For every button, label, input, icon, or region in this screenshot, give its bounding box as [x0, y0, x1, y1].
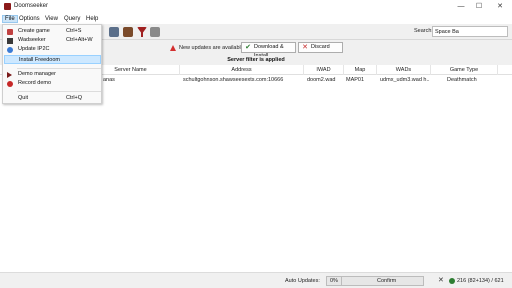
menu-item-quit[interactable]: Quit Ctrl+Q [4, 94, 101, 103]
menu-item-demo-manager[interactable]: Demo manager [4, 70, 101, 79]
status-close-icon[interactable]: ✕ [438, 276, 446, 285]
ip2c-icon [7, 47, 13, 53]
auto-updates-label: Auto Updates: [285, 278, 320, 284]
menu-bar: File Options View Query Help [0, 14, 512, 24]
status-bar: Auto Updates: 0% Confirm ✕ 216 (82+134) … [0, 272, 512, 288]
menu-item-update-ip2c[interactable]: Update IP2C [4, 45, 101, 54]
cell-wads: udmx_udm3.wad h... [380, 77, 430, 83]
column-map[interactable]: Map [344, 65, 377, 75]
column-game-type[interactable]: Game Type [431, 65, 498, 75]
maximize-button[interactable]: ☐ [470, 0, 488, 12]
menu-item-label: Record demo [18, 80, 52, 86]
menu-item-install-freedoom[interactable]: Install Freedoom [4, 55, 101, 64]
discard-button[interactable]: ✕ Discard [298, 42, 343, 53]
cell-game-type: Deathmatch [447, 77, 477, 83]
menu-item-label: Wadseeker [18, 37, 46, 43]
filter-icon[interactable] [137, 27, 147, 37]
menu-item-record-demo[interactable]: Record demo [4, 79, 101, 88]
menu-item-label: Create game [18, 28, 50, 34]
menu-item-create-game[interactable]: Create game Ctrl+S [4, 27, 101, 36]
menu-options[interactable]: Options [17, 15, 42, 23]
cell-iwad: doom2.wad [307, 77, 336, 83]
menu-item-shortcut: Ctrl+Q [66, 95, 83, 101]
download-icon: ✔ [245, 44, 251, 51]
search-label: Search: [414, 28, 433, 34]
close-window-button[interactable]: ✕ [491, 0, 509, 12]
menu-help[interactable]: Help [84, 15, 100, 23]
menu-separator [17, 91, 101, 92]
discard-icon: ✕ [302, 44, 308, 51]
menu-separator [17, 68, 101, 69]
chat-icon[interactable] [109, 27, 119, 37]
doomseeker-window: Doomseeker — ☐ ✕ File Options View Query… [0, 0, 512, 288]
minimize-button[interactable]: — [452, 0, 470, 12]
doomseeker-app-icon [4, 3, 11, 10]
globe-icon [449, 278, 455, 284]
menu-view[interactable]: View [43, 15, 60, 23]
column-address[interactable]: Address [180, 65, 304, 75]
title-bar: Doomseeker — ☐ ✕ [0, 0, 512, 14]
column-iwad[interactable]: IWAD [304, 65, 344, 75]
auto-update-progress: 0% Confirm [326, 276, 424, 286]
update-message: New updates are available: [179, 45, 246, 51]
menu-item-label: Quit [18, 95, 29, 101]
warning-icon [170, 45, 176, 51]
download-install-button[interactable]: ✔ Download & Install [241, 42, 296, 59]
menu-item-shortcut: Ctrl+Alt+W [66, 37, 93, 43]
window-title: Doomseeker [14, 3, 49, 9]
cell-server-name: anas [103, 77, 115, 83]
server-count: 216 (82+134) / 621 [457, 278, 504, 284]
demo-manager-icon [7, 72, 12, 78]
cell-address: schultgohnson.shawseesexts.com:10666 [183, 77, 284, 83]
menu-item-label: Demo manager [18, 71, 56, 77]
wadseeker-icon [7, 38, 13, 44]
search-input[interactable] [432, 26, 508, 37]
menu-query[interactable]: Query [62, 15, 82, 23]
menu-item-label: Install Freedoom [19, 57, 60, 63]
column-wads[interactable]: WADs [377, 65, 431, 75]
menu-item-shortcut: Ctrl+S [66, 28, 82, 34]
create-game-icon [7, 29, 13, 35]
menu-item-label: Update IP2C [18, 46, 50, 52]
servers-icon[interactable] [123, 27, 133, 37]
menu-file[interactable]: File [2, 15, 18, 23]
cell-map: MAP01 [346, 77, 365, 83]
progress-percent: 0% [330, 278, 338, 284]
record-icon [7, 81, 13, 87]
discard-label: Discard [311, 44, 330, 50]
progress-divider [341, 277, 342, 285]
confirm-button[interactable]: Confirm [377, 278, 396, 284]
file-menu-dropdown: Create game Ctrl+S Wadseeker Ctrl+Alt+W … [2, 24, 102, 104]
menu-item-wadseeker[interactable]: Wadseeker Ctrl+Alt+W [4, 36, 101, 45]
demo-icon[interactable] [150, 27, 160, 37]
